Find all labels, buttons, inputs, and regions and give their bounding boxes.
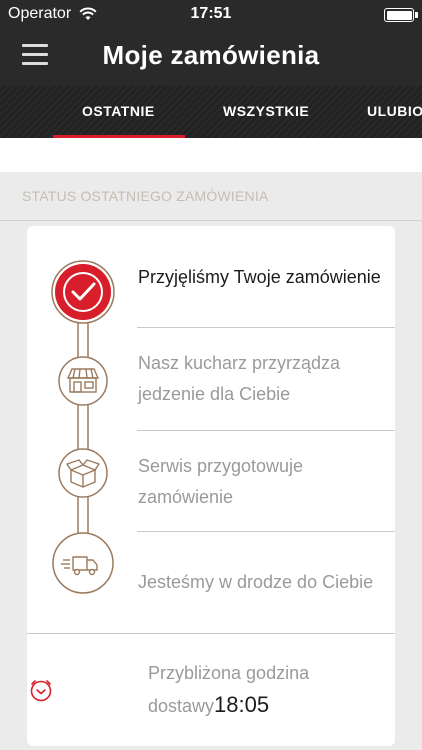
estimate-time: 18:05 bbox=[214, 692, 270, 717]
tab-all[interactable]: WSZYSTKIE bbox=[223, 86, 309, 138]
delivery-truck-icon bbox=[52, 532, 114, 594]
tab-favorites[interactable]: ULUBIONE bbox=[367, 86, 422, 138]
page-title: Moje zamówienia bbox=[102, 40, 320, 70]
status-bar: Operator 17:51 bbox=[0, 0, 422, 30]
status-step-cooking: Nasz kucharz przyrządza jedzenie dla Cie… bbox=[138, 353, 341, 404]
tab-bar: OSTATNIE WSZYSTKIE ULUBIONE bbox=[0, 86, 422, 138]
estimate-divider bbox=[27, 633, 395, 634]
status-step-received: Przyjęliśmy Twoje zamówienie bbox=[138, 267, 381, 287]
step-divider bbox=[137, 531, 395, 532]
status-step-preparing: Serwis przygotowuje zamówienie bbox=[138, 456, 304, 507]
timeline-connector bbox=[77, 322, 89, 536]
step-divider bbox=[137, 327, 395, 328]
tab-recent[interactable]: OSTATNIE bbox=[82, 86, 155, 138]
clock-icon bbox=[30, 680, 52, 702]
clock-time: 17:51 bbox=[190, 5, 232, 22]
check-icon bbox=[51, 260, 115, 324]
box-icon bbox=[58, 448, 108, 498]
order-status-card: Przyjęliśmy Twoje zamówienie Nasz kuchar… bbox=[27, 226, 395, 746]
delivery-estimate: Przybliżona godzina dostawy18:05 bbox=[148, 658, 388, 722]
content-top-spacer bbox=[0, 138, 422, 172]
step-divider bbox=[137, 430, 395, 431]
status-step-delivering: Jesteśmy w drodze do Ciebie bbox=[138, 572, 374, 592]
battery-icon bbox=[384, 8, 418, 22]
restaurant-icon bbox=[58, 356, 108, 406]
section-heading: STATUS OSTATNIEGO ZAMÓWIENIA bbox=[22, 188, 269, 204]
section-divider bbox=[0, 220, 422, 221]
navigation-bar: Moje zamówienia bbox=[0, 30, 422, 86]
